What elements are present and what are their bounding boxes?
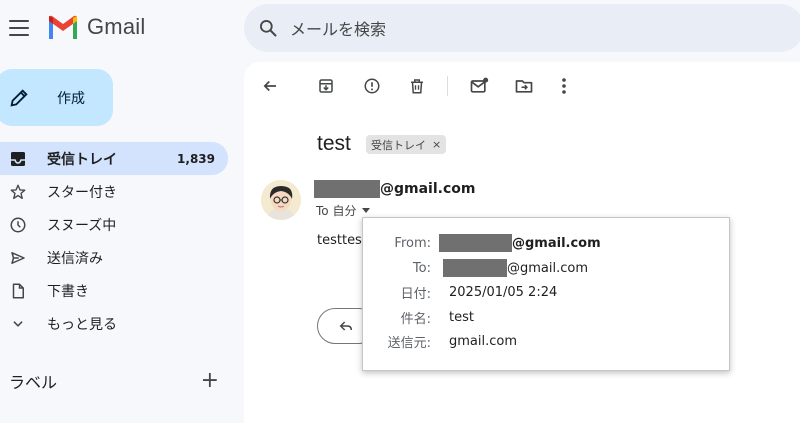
email-subject: test [317,132,351,155]
details-row-subject: 件名: test [363,306,729,328]
from-domain: @gmail.com [512,235,601,251]
mark-unread-icon[interactable] [469,76,489,96]
star-icon [8,182,28,202]
remove-label-button[interactable]: × [432,138,441,151]
sidebar-item-snoozed[interactable]: スヌーズ中 [0,208,228,241]
sidebar-item-label: 受信トレイ [47,151,117,168]
from-value: @gmail.com [439,234,601,252]
sidebar-item-label: 下書き [47,283,89,300]
search-bar[interactable]: メールを検索 [244,4,800,52]
inbox-icon [8,149,28,169]
sender-email: @gmail.com [380,181,476,197]
chevron-down-icon [8,314,28,334]
redacted-to-name [443,259,507,277]
details-row-date: 日付: 2025/01/05 2:24 [363,281,729,303]
details-row-to: To: @gmail.com [363,257,729,279]
toolbar-divider [447,76,448,96]
compose-label: 作成 [57,90,85,107]
sidebar-item-more[interactable]: もっと見る [0,307,228,340]
report-spam-icon[interactable] [362,76,382,96]
menu-bar [9,34,29,36]
pencil-icon [10,88,28,107]
details-row-from: From: @gmail.com [363,232,729,254]
more-options-icon[interactable] [554,76,574,96]
to-value: @gmail.com [443,259,588,277]
move-to-icon[interactable] [514,76,534,96]
caret-down-icon[interactable] [362,208,371,213]
labels-section-header: ラベル + [9,369,219,393]
label-chip-text: 受信トレイ [371,138,426,152]
redacted-sender-name [314,180,380,198]
gmail-logo[interactable]: Gmail [47,14,145,40]
details-row-mailed-by: 送信元: gmail.com [363,330,729,352]
search-icon[interactable] [258,18,278,38]
mailed-by-key: 送信元: [387,335,431,351]
subject-value: test [449,309,474,325]
subject-key: 件名: [400,311,431,327]
add-label-button[interactable]: + [201,370,219,392]
email-body: testtest [317,233,367,248]
main-menu-button[interactable] [8,17,30,39]
sidebar-item-sent[interactable]: 送信済み [0,241,228,274]
to-line: To 自分 [316,204,357,218]
back-arrow-icon[interactable] [260,76,280,96]
from-key: From: [394,235,431,251]
send-icon [8,248,28,268]
reply-icon [339,321,353,331]
app-name: Gmail [87,14,146,39]
labels-title: ラベル [9,373,58,392]
sidebar-nav: 受信トレイ 1,839 スター付き スヌーズ中 送信済み 下書き もっと見る [0,142,228,340]
sidebar-item-label: スター付き [47,184,117,201]
sidebar-item-label: 送信済み [47,250,103,267]
message-details-popup: From: @gmail.com To: @gmail.com 日付: 2025… [362,217,730,371]
search-input[interactable]: メールを検索 [290,16,386,40]
sidebar-item-inbox[interactable]: 受信トレイ 1,839 [0,142,228,175]
mailed-by-value: gmail.com [449,333,518,349]
to-key: To: [412,260,431,276]
delete-icon[interactable] [407,76,427,96]
draft-icon [8,281,28,301]
archive-icon[interactable] [316,76,336,96]
date-key: 日付: [400,286,431,302]
redacted-from-name [439,234,512,252]
sidebar-item-label: もっと見る [47,316,117,333]
sender-avatar[interactable] [261,180,301,220]
email-toolbar [244,62,800,110]
date-value: 2025/01/05 2:24 [449,284,558,300]
compose-button[interactable]: 作成 [0,69,113,126]
menu-bar [9,27,29,29]
avatar-illustration [261,180,301,220]
gmail-m-icon [49,15,77,39]
to-domain: @gmail.com [507,260,589,276]
inbox-label-chip[interactable]: 受信トレイ × [366,135,447,154]
clock-icon [8,215,28,235]
sidebar-item-starred[interactable]: スター付き [0,175,228,208]
sidebar-item-drafts[interactable]: 下書き [0,274,228,307]
sidebar-item-label: スヌーズ中 [47,217,117,234]
menu-bar [9,20,29,22]
unread-count: 1,839 [177,151,215,166]
